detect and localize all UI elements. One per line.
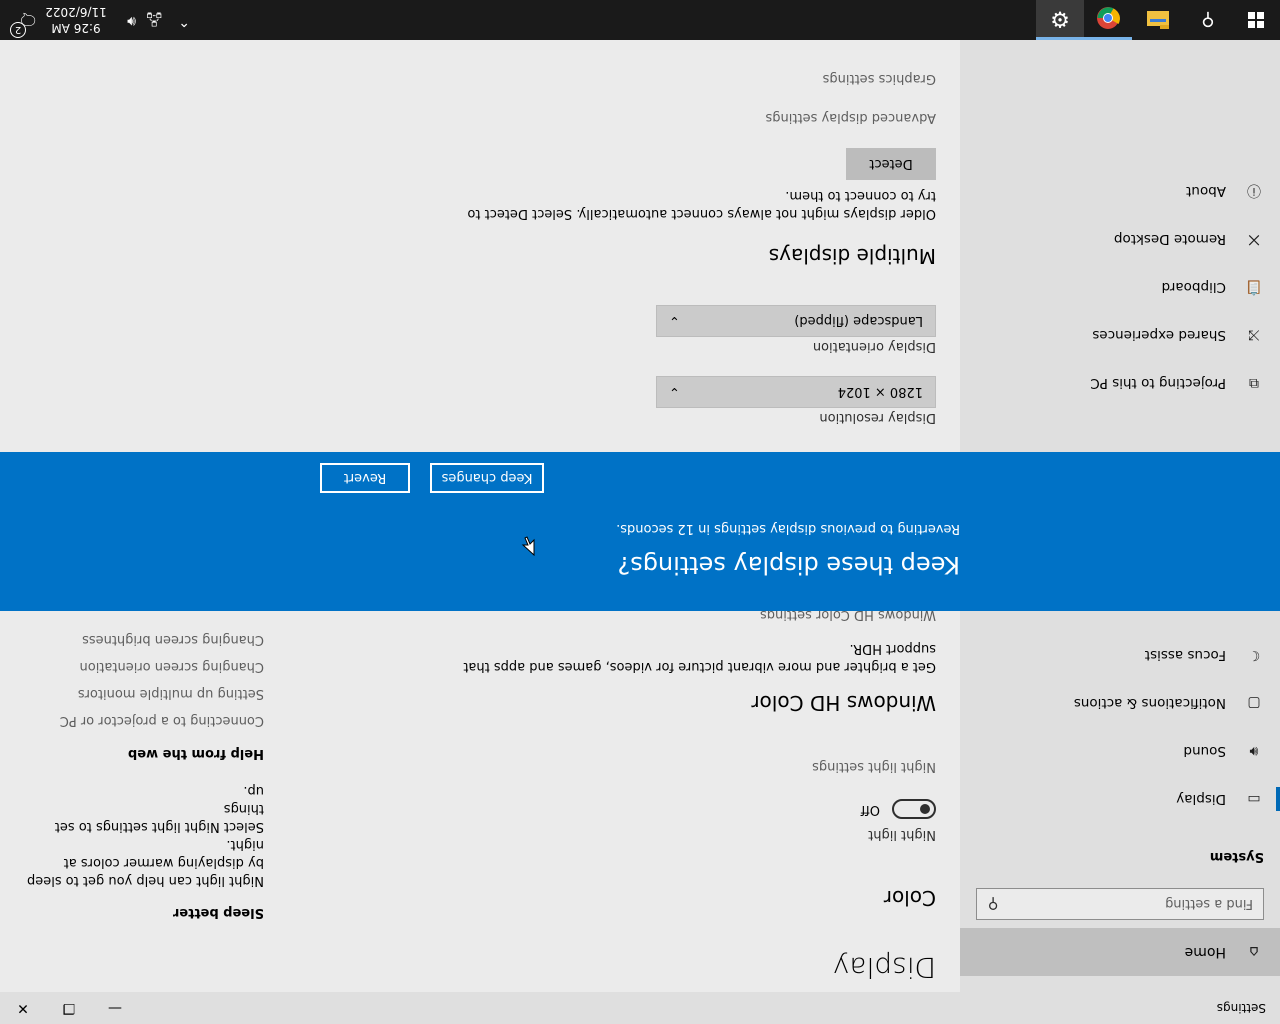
file-explorer-icon bbox=[1147, 11, 1169, 29]
search-button[interactable]: ⚲ bbox=[1184, 0, 1232, 40]
screen: Settings — ❐ ✕ ⌂ Home Find a setting ⚲ S… bbox=[0, 0, 1280, 1024]
settings-taskbar-button[interactable]: ⚙ bbox=[1036, 0, 1084, 40]
clock-time: 9:26 AM bbox=[51, 21, 101, 35]
network-icon[interactable]: 🖧 bbox=[146, 5, 162, 29]
notification-count-badge: 2 bbox=[10, 22, 26, 38]
chevron-up-icon[interactable]: ⌃ bbox=[178, 13, 190, 29]
volume-icon[interactable]: 🕪 bbox=[127, 13, 136, 29]
start-button[interactable] bbox=[1232, 0, 1280, 40]
revert-button[interactable]: Revert bbox=[320, 463, 410, 493]
search-icon: ⚲ bbox=[1201, 9, 1215, 31]
clock[interactable]: 9:26 AM 11/6/2022 bbox=[44, 4, 108, 36]
start-icon bbox=[1248, 12, 1264, 28]
clock-date: 11/6/2022 bbox=[45, 5, 107, 19]
dialog-title: Keep these display settings? bbox=[617, 551, 960, 579]
chrome-icon bbox=[1097, 7, 1120, 30]
dialog-message: Reverting to previous display settings i… bbox=[616, 521, 960, 536]
mouse-cursor-icon bbox=[521, 536, 535, 556]
taskbar: ⚲ ⚙ ⌃ 🖧 🕪 9:26 AM 11/6/2022 � bbox=[0, 0, 1280, 40]
file-explorer-button[interactable] bbox=[1134, 0, 1182, 40]
keep-changes-button[interactable]: Keep changes bbox=[430, 463, 544, 493]
keep-settings-dialog: Keep these display settings? Reverting t… bbox=[0, 452, 1280, 611]
settings-gear-icon: ⚙ bbox=[1050, 6, 1070, 31]
chrome-button[interactable] bbox=[1084, 0, 1132, 40]
